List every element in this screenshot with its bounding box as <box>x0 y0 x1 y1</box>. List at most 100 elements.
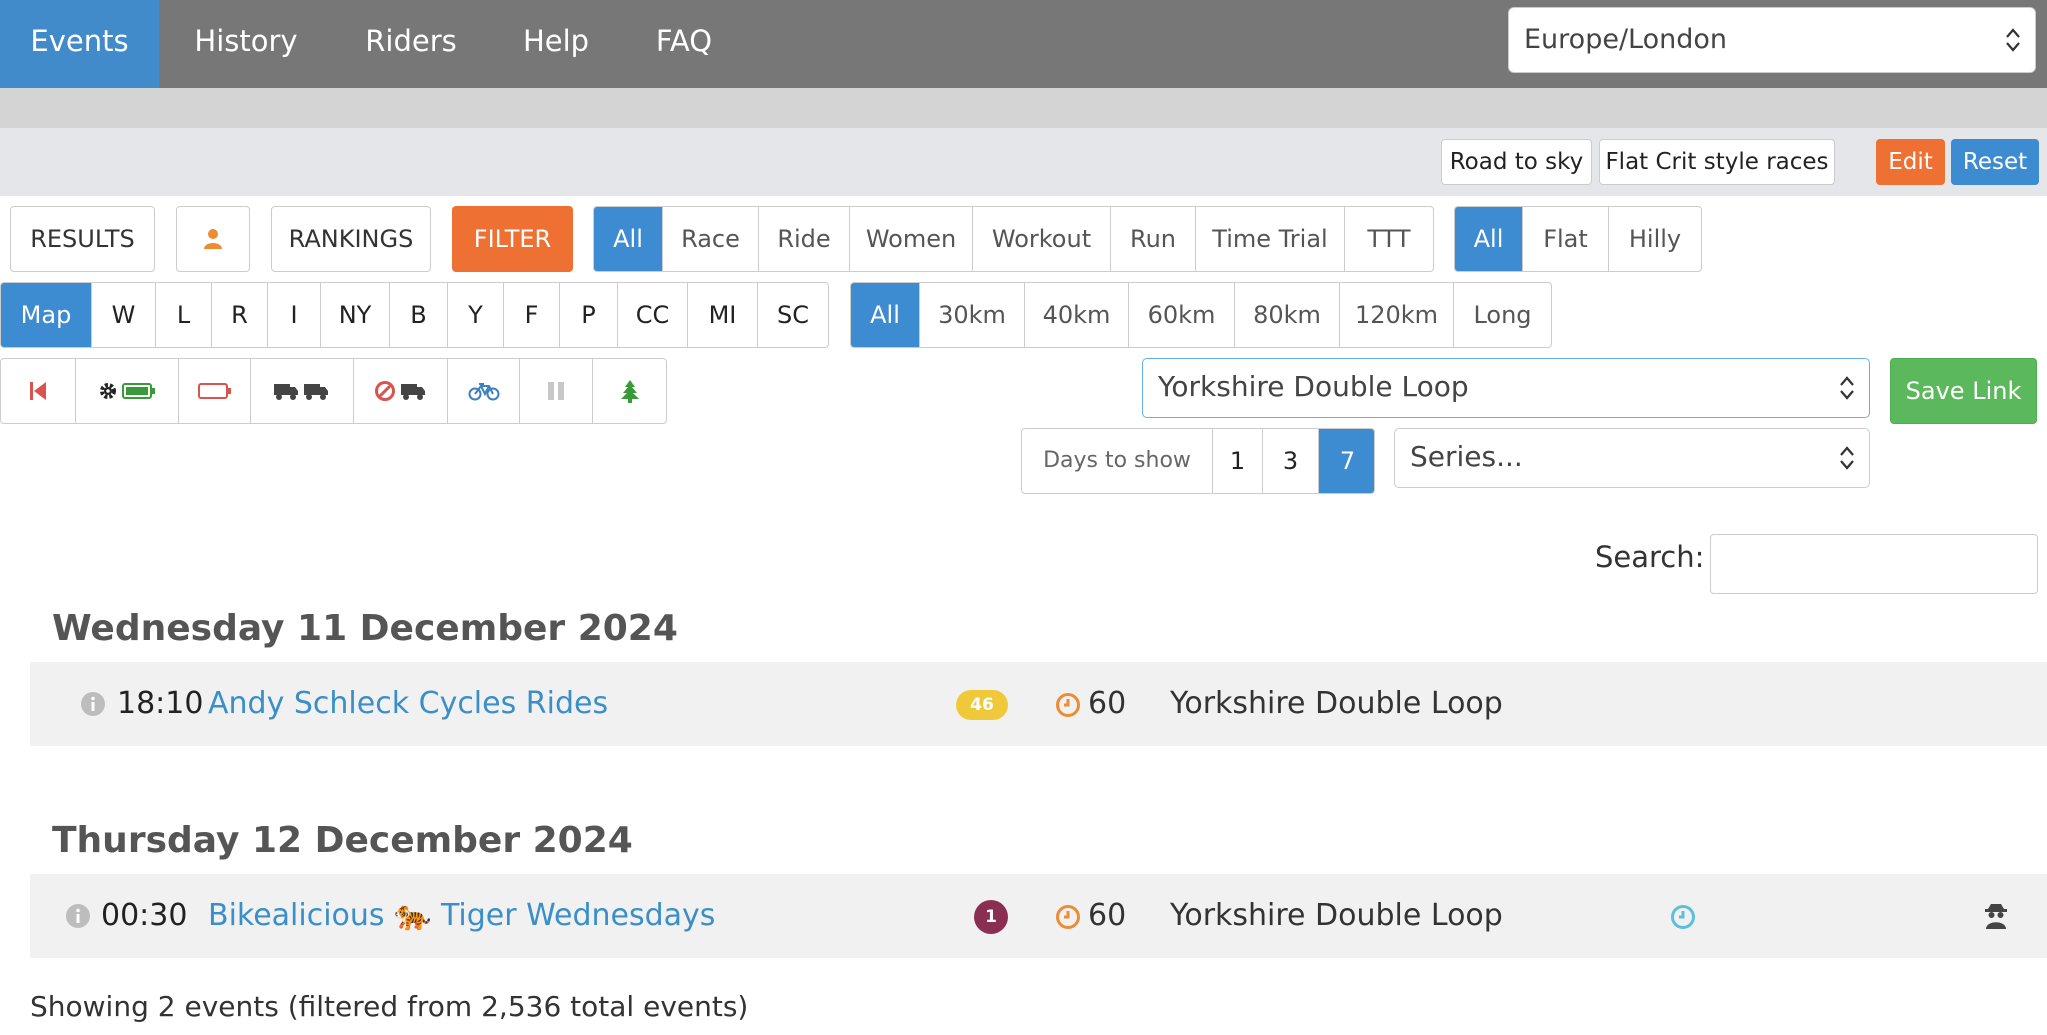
results-button[interactable]: RESULTS <box>10 206 155 272</box>
day-heading: Wednesday 11 December 2024 <box>52 608 678 649</box>
route-select[interactable]: Yorkshire Double Loop <box>1142 358 1870 418</box>
distance-filter: All 30km 40km 60km 80km 120km Long <box>850 282 1552 348</box>
distance-40km[interactable]: 40km <box>1025 283 1129 347</box>
event-duration: 60 <box>1088 898 1127 933</box>
map-i[interactable]: I <box>268 283 321 347</box>
event-name-link[interactable]: Bikealicious 🐅 Tiger Wednesdays <box>208 874 715 958</box>
type-time-trial[interactable]: Time Trial <box>1196 207 1345 271</box>
series-select-value: Series... <box>1410 440 1523 473</box>
info-icon[interactable] <box>80 691 106 717</box>
type-race[interactable]: Race <box>663 207 759 271</box>
select-arrows-icon <box>2006 28 2020 52</box>
icon-filter-group <box>0 358 667 424</box>
preset-road-to-sky[interactable]: Road to sky <box>1441 139 1592 185</box>
days-option-3[interactable]: 3 <box>1263 429 1319 493</box>
pause-toggle[interactable] <box>520 359 593 423</box>
days-option-7[interactable]: 7 <box>1319 429 1374 493</box>
rankings-button[interactable]: RANKINGS <box>271 206 431 272</box>
map-cc[interactable]: CC <box>618 283 688 347</box>
truck-icon <box>401 384 425 400</box>
type-workout[interactable]: Workout <box>973 207 1111 271</box>
bike-toggle[interactable] <box>448 359 520 423</box>
gear-icon <box>100 383 116 399</box>
map-l[interactable]: L <box>156 283 212 347</box>
nav-tab-history[interactable]: History <box>182 0 310 88</box>
select-arrows-icon <box>1840 376 1854 400</box>
event-time: 00:30 <box>101 898 188 933</box>
nav-tab-riders[interactable]: Riders <box>352 0 470 88</box>
info-icon[interactable] <box>65 903 91 929</box>
map-ny[interactable]: NY <box>321 283 390 347</box>
reset-presets-button[interactable]: Reset <box>1951 139 2039 185</box>
no-trucks-toggle[interactable] <box>354 359 448 423</box>
map-b[interactable]: B <box>390 283 448 347</box>
map-p[interactable]: P <box>560 283 618 347</box>
battery-empty-icon <box>197 383 231 399</box>
search-input[interactable] <box>1710 534 2038 594</box>
signup-count-badge: 46 <box>956 690 1008 720</box>
nav-tab-faq[interactable]: FAQ <box>644 0 724 88</box>
event-time: 18:10 <box>117 686 204 721</box>
timezone-value: Europe/London <box>1524 24 1728 55</box>
day-heading: Thursday 12 December 2024 <box>52 820 633 861</box>
map-mi[interactable]: MI <box>688 283 758 347</box>
map-all[interactable]: Map <box>1 283 92 347</box>
distance-120km[interactable]: 120km <box>1340 283 1454 347</box>
days-option-1[interactable]: 1 <box>1213 429 1263 493</box>
terrain-all[interactable]: All <box>1455 207 1523 271</box>
type-run[interactable]: Run <box>1111 207 1196 271</box>
bicycle-icon <box>468 383 499 401</box>
type-all[interactable]: All <box>594 207 663 271</box>
event-type-filter: All Race Ride Women Workout Run Time Tri… <box>593 206 1434 272</box>
distance-30km[interactable]: 30km <box>920 283 1025 347</box>
series-select[interactable]: Series... <box>1394 428 1870 488</box>
event-name-link[interactable]: Andy Schleck Cycles Rides <box>208 662 608 746</box>
event-row[interactable]: 00:30 Bikealicious 🐅 Tiger Wednesdays 1 … <box>30 874 2047 958</box>
trucks-toggle[interactable] <box>251 359 354 423</box>
trucks-icon <box>274 384 328 400</box>
distance-all[interactable]: All <box>851 283 920 347</box>
timed-event-clock-icon <box>1670 904 1696 930</box>
distance-80km[interactable]: 80km <box>1235 283 1340 347</box>
skip-back-icon <box>30 382 46 400</box>
map-filter: Map W L R I NY B Y F P CC MI SC <box>0 282 829 348</box>
distance-long[interactable]: Long <box>1454 283 1551 347</box>
spacer-band <box>0 88 2047 128</box>
powerups-toggle[interactable] <box>76 359 179 423</box>
event-route: Yorkshire Double Loop <box>1170 686 1503 721</box>
clock-icon <box>1055 692 1081 718</box>
pause-icon <box>548 382 564 400</box>
distance-60km[interactable]: 60km <box>1129 283 1235 347</box>
rider-filter-button[interactable] <box>176 206 250 272</box>
battery-toggle[interactable] <box>179 359 251 423</box>
terrain-flat[interactable]: Flat <box>1523 207 1609 271</box>
save-link-button[interactable]: Save Link <box>1890 358 2037 424</box>
filter-button[interactable]: FILTER <box>452 206 573 272</box>
tree-toggle[interactable] <box>593 359 666 423</box>
map-w[interactable]: W <box>92 283 156 347</box>
events-summary: Showing 2 events (filtered from 2,536 to… <box>30 990 749 1023</box>
days-to-show-label: Days to show <box>1022 429 1213 493</box>
nav-tab-events[interactable]: Events <box>0 0 159 88</box>
terrain-hilly[interactable]: Hilly <box>1609 207 1701 271</box>
top-navbar: Events History Riders Help FAQ Europe/Lo… <box>0 0 2047 88</box>
type-women[interactable]: Women <box>850 207 973 271</box>
timezone-select[interactable]: Europe/London <box>1508 7 2036 73</box>
map-y[interactable]: Y <box>448 283 504 347</box>
map-r[interactable]: R <box>212 283 268 347</box>
first-toggle[interactable] <box>1 359 76 423</box>
nav-tab-help[interactable]: Help <box>510 0 602 88</box>
event-route: Yorkshire Double Loop <box>1170 898 1503 933</box>
tree-icon <box>620 380 639 403</box>
map-sc[interactable]: SC <box>758 283 828 347</box>
event-duration: 60 <box>1088 686 1127 721</box>
route-select-value: Yorkshire Double Loop <box>1158 370 1469 403</box>
preset-flat-crit[interactable]: Flat Crit style races <box>1599 139 1835 185</box>
map-f[interactable]: F <box>504 283 560 347</box>
event-row[interactable]: 18:10 Andy Schleck Cycles Rides 46 60 Yo… <box>30 662 2047 746</box>
edit-presets-button[interactable]: Edit <box>1876 139 1945 185</box>
type-ride[interactable]: Ride <box>759 207 850 271</box>
spy-icon <box>1983 902 2009 930</box>
ban-icon <box>375 381 395 401</box>
type-ttt[interactable]: TTT <box>1345 207 1433 271</box>
